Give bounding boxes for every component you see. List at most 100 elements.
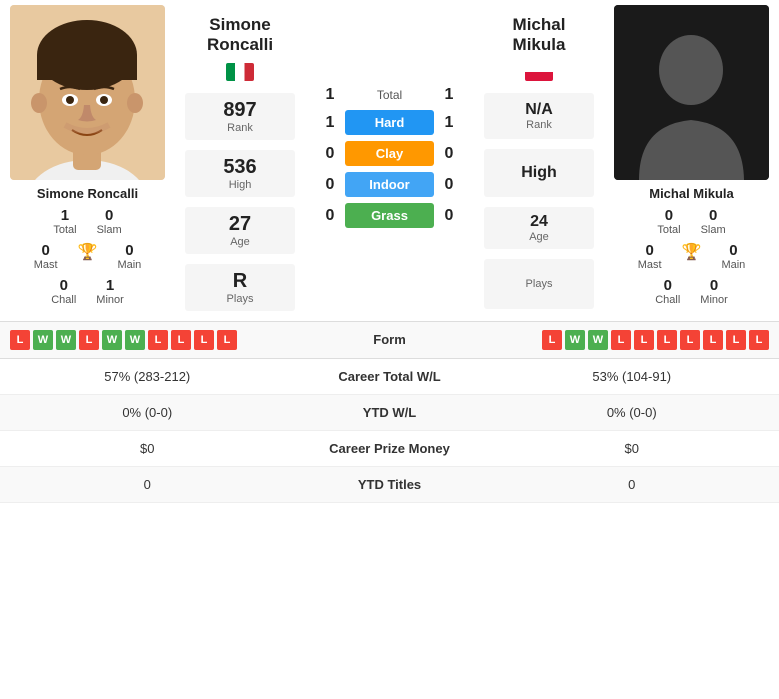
- stat-label: Career Total W/L: [290, 369, 490, 384]
- player1-photo: [10, 5, 165, 180]
- player1-rank-block: 897 Rank: [185, 93, 295, 140]
- hard-row: 1 Hard 1: [315, 110, 464, 135]
- p1-total-score: 1: [315, 86, 345, 104]
- player2-form-badge: L: [749, 330, 769, 350]
- p1-grass-score: 0: [315, 207, 345, 225]
- player1-form-badge: W: [102, 330, 122, 350]
- player2-form-badge: L: [680, 330, 700, 350]
- p1-clay-score: 0: [315, 145, 345, 163]
- player2-chall: 0 Chall: [655, 277, 680, 306]
- stat-p2-value: 0% (0-0): [490, 405, 775, 420]
- player1-trophy-icon: 🏆: [78, 242, 98, 271]
- grass-button[interactable]: Grass: [345, 203, 434, 228]
- player1-form-badges: LWWLWWLLLL: [10, 330, 330, 350]
- stats-table: 57% (283-212) Career Total W/L 53% (104-…: [0, 359, 779, 503]
- stat-label: YTD Titles: [290, 477, 490, 492]
- player1-chall: 0 Chall: [51, 277, 76, 306]
- stat-p2-value: 0: [490, 477, 775, 492]
- player2-flag: [525, 63, 553, 81]
- player1-form-badge: L: [148, 330, 168, 350]
- player1-card: Simone Roncalli 1 Total 0 Slam 0 Mast: [0, 0, 175, 321]
- player1-form-badge: W: [125, 330, 145, 350]
- player1-stats-row2: 0 Mast 🏆 0 Main: [5, 242, 170, 271]
- player1-total: 1 Total: [53, 207, 76, 236]
- player2-name-header: Michal Mikula: [513, 15, 566, 88]
- player1-form-badge: L: [79, 330, 99, 350]
- total-label: Total: [345, 88, 434, 102]
- stats-row: 0 YTD Titles 0: [0, 467, 779, 503]
- p2-grass-score: 0: [434, 207, 464, 225]
- player2-minor: 0 Minor: [700, 277, 728, 306]
- player2-mast: 0 Mast: [638, 242, 662, 271]
- player1-form-badge: W: [33, 330, 53, 350]
- stats-row: $0 Career Prize Money $0: [0, 431, 779, 467]
- p1-indoor-score: 0: [315, 176, 345, 194]
- p2-hard-score: 1: [434, 114, 464, 132]
- p1-hard-score: 1: [315, 114, 345, 132]
- clay-button[interactable]: Clay: [345, 141, 434, 166]
- player2-card: Michal Mikula 0 Total 0 Slam 0 Mast: [604, 0, 779, 321]
- player1-age-block: 27 Age: [185, 207, 295, 254]
- indoor-row: 0 Indoor 0: [315, 172, 464, 197]
- player1-slam: 0 Slam: [97, 207, 122, 236]
- stats-row: 57% (283-212) Career Total W/L 53% (104-…: [0, 359, 779, 395]
- form-section: LWWLWWLLLL Form LWWLLLLLLL: [0, 321, 779, 359]
- form-label: Form: [330, 332, 450, 347]
- player2-form-badge: L: [726, 330, 746, 350]
- player2-form-badge: L: [703, 330, 723, 350]
- p2-indoor-score: 0: [434, 176, 464, 194]
- player2-form-badge: L: [542, 330, 562, 350]
- player1-minor: 1 Minor: [96, 277, 124, 306]
- player1-stats-row1: 1 Total 0 Slam: [5, 207, 170, 236]
- player2-form-badge: L: [611, 330, 631, 350]
- player2-stats-row3: 0 Chall 0 Minor: [609, 277, 774, 306]
- p2-total-score: 1: [434, 86, 464, 104]
- player1-form-badge: W: [56, 330, 76, 350]
- player2-photo: [614, 5, 769, 180]
- player2-name: Michal Mikula: [609, 186, 774, 201]
- hard-button[interactable]: Hard: [345, 110, 434, 135]
- stat-p1-value: 0% (0-0): [5, 405, 290, 420]
- total-row: 1 Total 1: [315, 86, 464, 104]
- player1-main: 0 Main: [117, 242, 141, 271]
- main-container: Simone Roncalli 1 Total 0 Slam 0 Mast: [0, 0, 779, 503]
- player1-form-badge: L: [217, 330, 237, 350]
- indoor-button[interactable]: Indoor: [345, 172, 434, 197]
- p2-clay-score: 0: [434, 145, 464, 163]
- player1-center-info: Simone Roncalli 897 Rank 536 High 27 Age…: [175, 0, 305, 321]
- player2-rank-block: N/A Rank: [484, 93, 594, 139]
- player2-stats-row2: 0 Mast 🏆 0 Main: [609, 242, 774, 271]
- player2-form-badges: LWWLLLLLLL: [450, 330, 770, 350]
- player-comparison: Simone Roncalli 1 Total 0 Slam 0 Mast: [0, 0, 779, 321]
- player1-plays-block: R Plays: [185, 264, 295, 311]
- player2-form-badge: W: [565, 330, 585, 350]
- stat-p1-value: $0: [5, 441, 290, 456]
- player2-center-info: Michal Mikula N/A Rank High 24 Age Plays: [474, 0, 604, 321]
- player1-name: Simone Roncalli: [5, 186, 170, 201]
- player1-flag: [226, 63, 254, 81]
- player1-mast: 0 Mast: [34, 242, 58, 271]
- player1-form-badge: L: [194, 330, 214, 350]
- player1-high-block: 536 High: [185, 150, 295, 197]
- player1-form-badge: L: [10, 330, 30, 350]
- stat-p1-value: 0: [5, 477, 290, 492]
- player2-high-block: High: [484, 149, 594, 197]
- player2-form-badge: L: [634, 330, 654, 350]
- player2-main: 0 Main: [721, 242, 745, 271]
- surfaces-panel: 1 Total 1 1 Hard 1 0 Clay 0 0 Indoor 0: [305, 0, 474, 321]
- stat-p2-value: 53% (104-91): [490, 369, 775, 384]
- player2-slam: 0 Slam: [701, 207, 726, 236]
- player1-name-header: Simone Roncalli: [207, 15, 273, 88]
- player2-trophy-icon: 🏆: [682, 242, 702, 271]
- stats-row: 0% (0-0) YTD W/L 0% (0-0): [0, 395, 779, 431]
- stat-p2-value: $0: [490, 441, 775, 456]
- player2-form-badge: W: [588, 330, 608, 350]
- clay-row: 0 Clay 0: [315, 141, 464, 166]
- player2-plays-block: Plays: [484, 259, 594, 309]
- player1-form-badge: L: [171, 330, 191, 350]
- grass-row: 0 Grass 0: [315, 203, 464, 228]
- player2-form-badge: L: [657, 330, 677, 350]
- player1-stats-row3: 0 Chall 1 Minor: [5, 277, 170, 306]
- player2-age-block: 24 Age: [484, 207, 594, 249]
- player2-total: 0 Total: [657, 207, 680, 236]
